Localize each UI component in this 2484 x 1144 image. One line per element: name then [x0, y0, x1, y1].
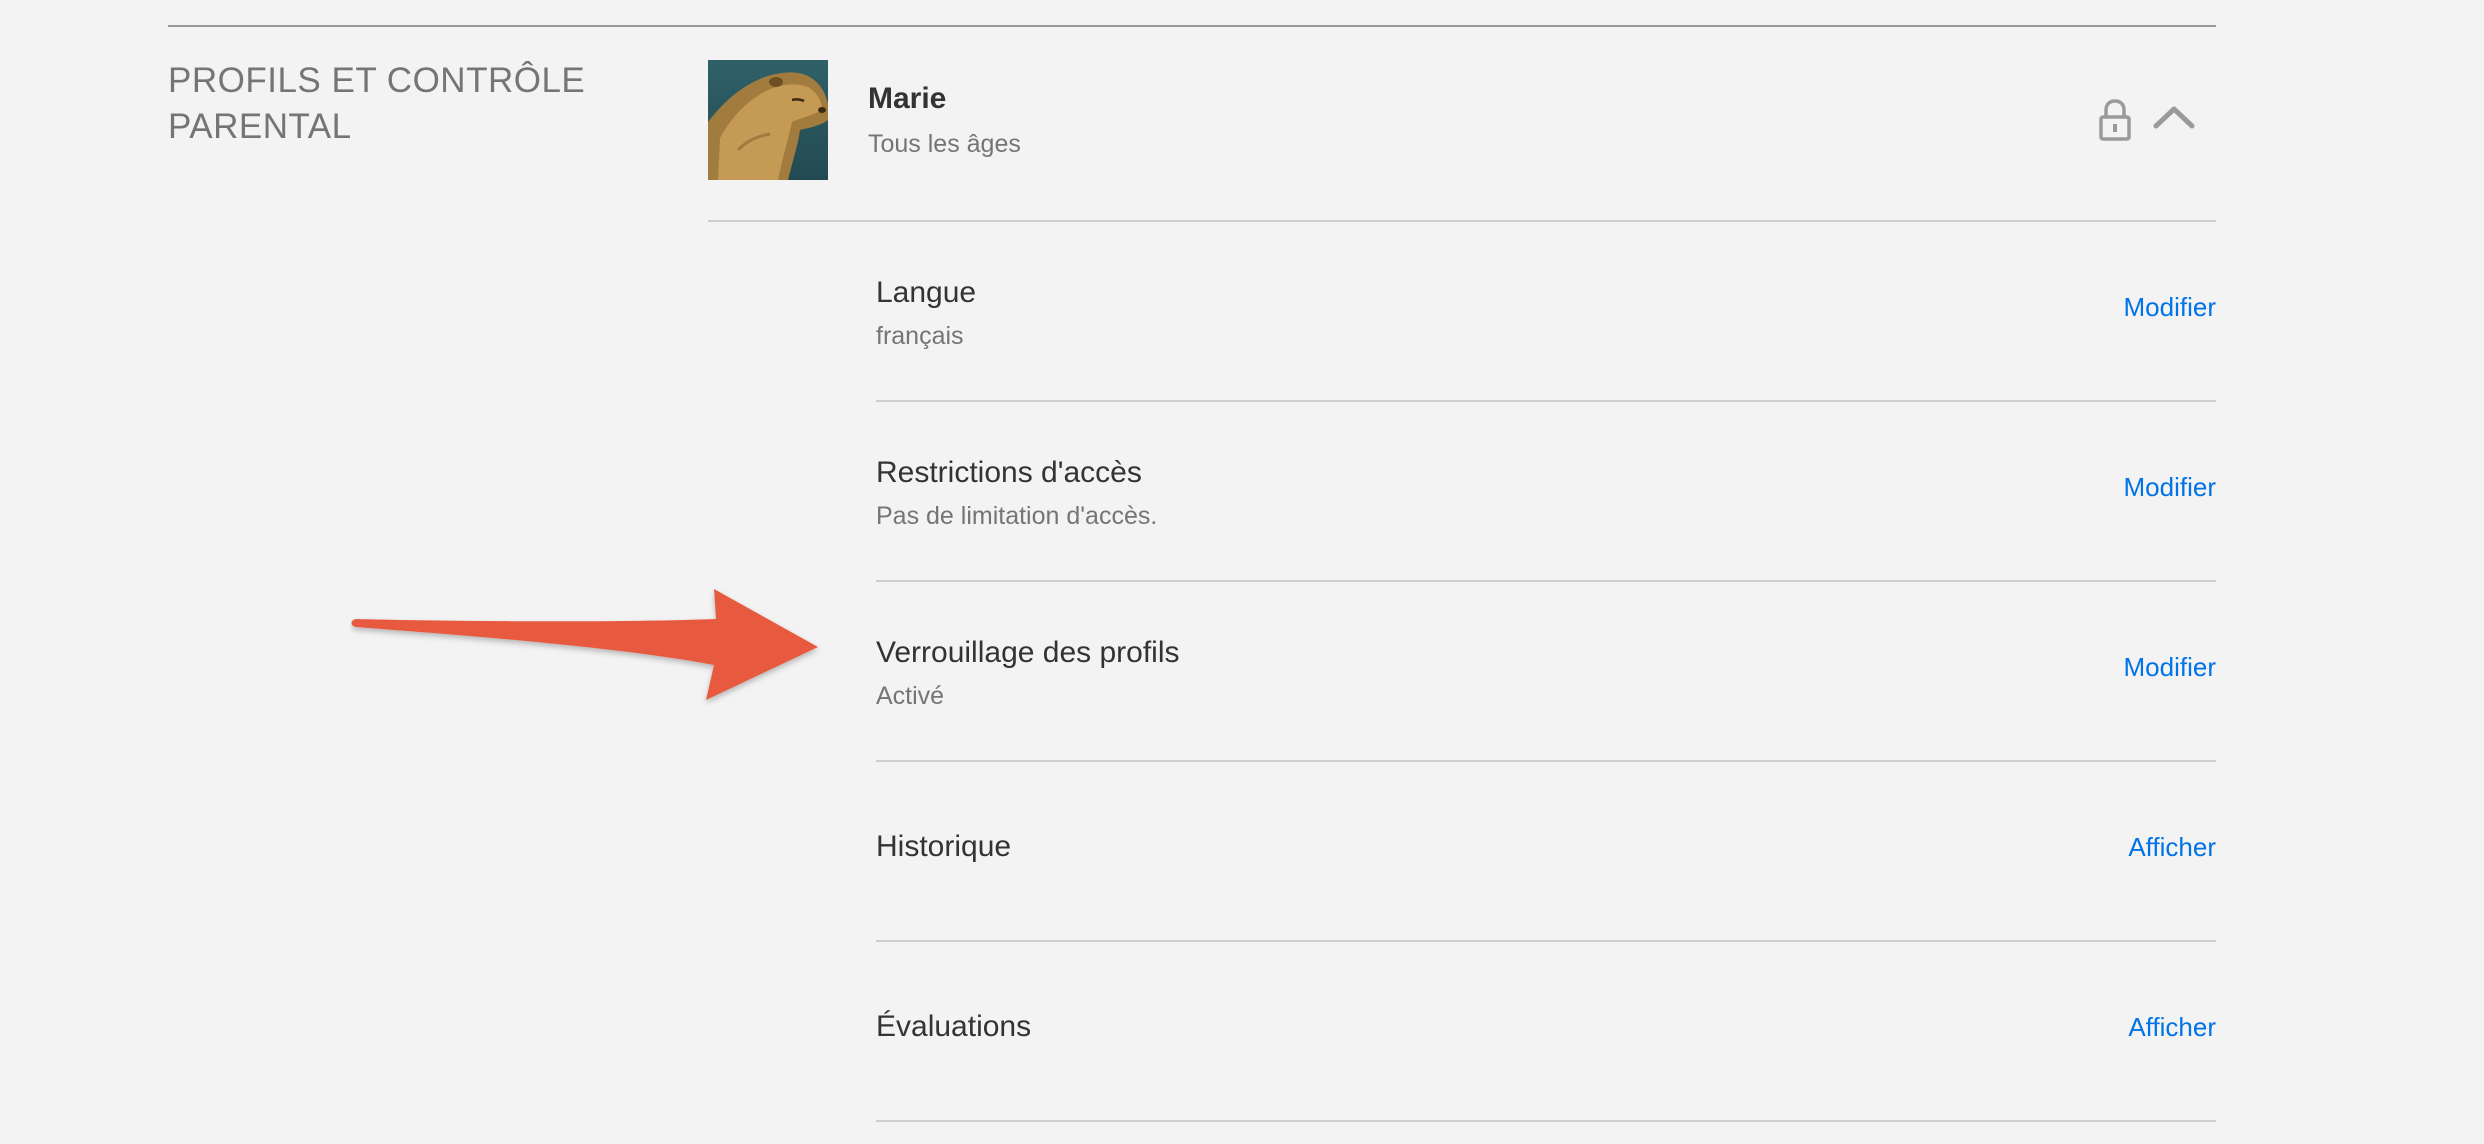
- setting-title: Historique: [876, 830, 1012, 863]
- afficher-historique-link[interactable]: Afficher: [2128, 832, 2216, 863]
- section-title: PROFILS ET CONTRÔLE PARENTAL: [168, 61, 586, 146]
- setting-row-evaluations: Évaluations Afficher: [876, 942, 2216, 1122]
- setting-row-restrictions: Restrictions d'accès Pas de limitation d…: [876, 402, 2216, 582]
- setting-title: Verrouillage des profils: [876, 636, 1180, 669]
- setting-row-historique: Historique Afficher: [876, 762, 2216, 942]
- chevron-up-icon[interactable]: [2152, 102, 2196, 132]
- setting-row-langue: Langue français Modifier: [876, 222, 2216, 402]
- setting-value: Pas de limitation d'accès.: [876, 502, 1158, 530]
- afficher-evaluations-link[interactable]: Afficher: [2128, 1012, 2216, 1043]
- setting-value: français: [876, 322, 964, 350]
- setting-title: Évaluations: [876, 1010, 1032, 1043]
- annotation-arrow-icon: [350, 585, 830, 710]
- profile-maturity: Tous les âges: [868, 130, 1021, 158]
- modifier-langue-link[interactable]: Modifier: [2124, 292, 2216, 323]
- modifier-restrictions-link[interactable]: Modifier: [2124, 472, 2216, 503]
- profile-header[interactable]: Marie Tous les âges: [708, 60, 2216, 222]
- modifier-verrouillage-link[interactable]: Modifier: [2124, 652, 2216, 683]
- setting-row-verrouillage: Verrouillage des profils Activé Modifier: [876, 582, 2216, 762]
- avatar: [708, 60, 828, 180]
- profile-name: Marie: [868, 82, 947, 115]
- top-divider: [168, 25, 2216, 27]
- setting-value: Activé: [876, 682, 945, 710]
- lock-icon: [2098, 98, 2132, 142]
- setting-title: Restrictions d'accès: [876, 456, 1142, 489]
- setting-title: Langue: [876, 276, 977, 309]
